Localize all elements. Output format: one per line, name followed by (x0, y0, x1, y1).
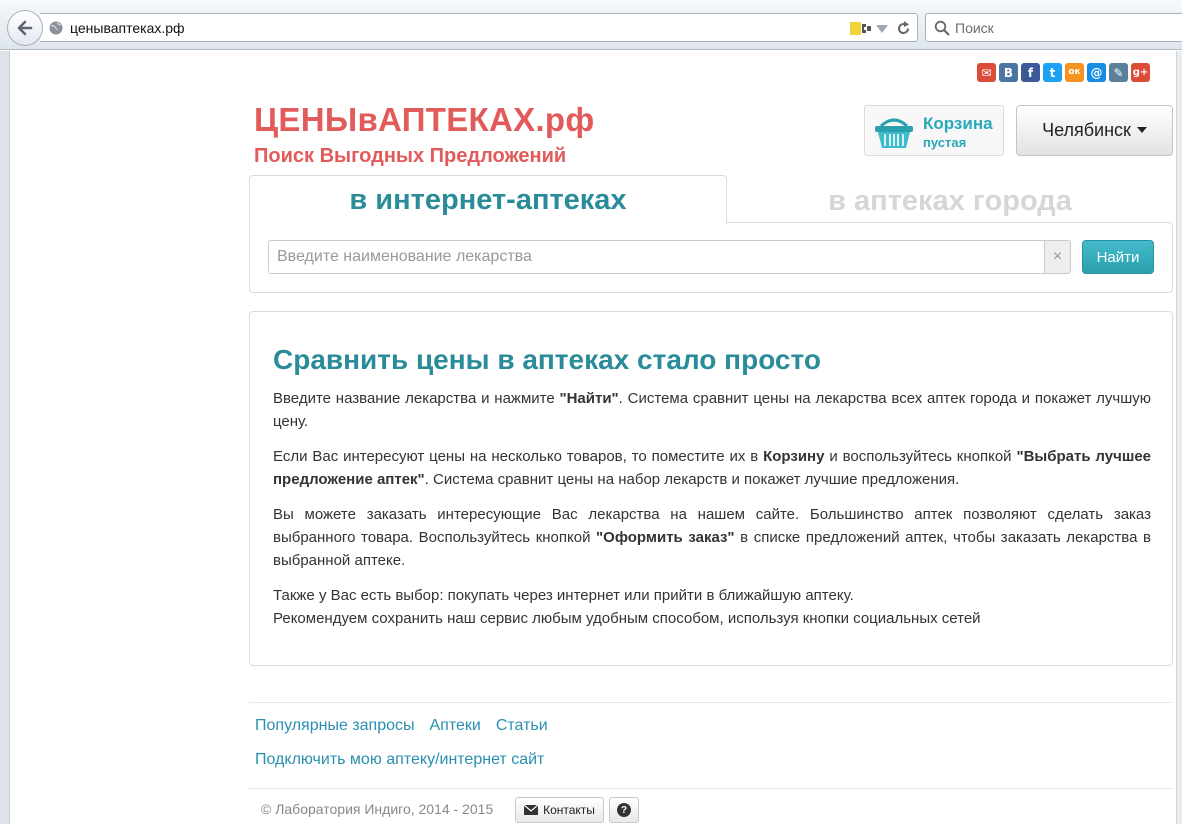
gmail-icon[interactable]: ✉ (977, 63, 996, 82)
contacts-button[interactable]: Контакты (515, 797, 604, 823)
browser-search-placeholder: Поиск (955, 20, 994, 36)
moymir-icon[interactable]: @ (1087, 63, 1106, 82)
back-button[interactable] (7, 10, 43, 46)
cart-button[interactable]: Корзина пустая (864, 105, 1004, 156)
footer-divider (249, 788, 1173, 789)
back-arrow-icon (17, 20, 33, 36)
help-button[interactable]: ? (609, 797, 639, 823)
tab-city-pharmacies[interactable]: в аптеках города (727, 180, 1173, 222)
link-connect-pharmacy[interactable]: Подключить мою аптеку/интернет сайт (255, 751, 544, 769)
clear-search-button[interactable]: × (1045, 240, 1071, 274)
link-pharmacies[interactable]: Аптеки (429, 717, 480, 735)
url-text: ценываптеках.рф (70, 20, 185, 36)
find-button[interactable]: Найти (1082, 240, 1154, 274)
info-panel: Сравнить цены в аптеках стало просто Вве… (249, 311, 1173, 666)
sidebar-pane (0, 51, 10, 824)
vkontakte-icon[interactable]: В (999, 63, 1018, 82)
cart-title: Корзина (923, 114, 993, 133)
scrollbar[interactable] (1176, 51, 1182, 824)
copyright: © Лаборатория Индиго, 2014 - 2015 (261, 801, 494, 817)
cart-status: пустая (923, 135, 967, 150)
info-paragraph: Также у Вас есть выбор: покупать через и… (273, 587, 981, 627)
search-panel: × Найти (249, 222, 1173, 293)
facebook-icon[interactable]: f (1021, 63, 1040, 82)
reload-icon[interactable] (896, 21, 911, 36)
city-dropdown[interactable]: Челябинск (1016, 105, 1173, 156)
address-bar[interactable]: ценываптеках.рф (40, 13, 918, 42)
footer-links: Популярные запросы Аптеки Статьи (255, 717, 548, 735)
info-paragraph: Вы можете заказать интересующие Вас лека… (273, 506, 1151, 569)
basket-icon (875, 118, 913, 148)
city-label: Челябинск (1042, 120, 1131, 140)
livejournal-icon[interactable]: ✎ (1109, 63, 1128, 82)
info-paragraph: Введите название лекарства и нажмите "На… (273, 390, 1151, 430)
close-icon: × (1052, 248, 1063, 265)
envelope-icon (524, 805, 539, 815)
globe-icon (49, 21, 63, 35)
contacts-label: Контакты (543, 803, 595, 817)
odnoklassniki-icon[interactable]: ок (1065, 63, 1084, 82)
question-icon: ? (617, 803, 631, 817)
tab-online-pharmacies[interactable]: в интернет-аптеках (249, 175, 727, 224)
link-articles[interactable]: Статьи (496, 717, 548, 735)
browser-toolbar: ценываптеках.рф Поиск (0, 0, 1182, 50)
site-logo[interactable]: ЦЕНЫвАПТЕКАХ.рф (254, 101, 595, 139)
twitter-icon[interactable]: t (1043, 63, 1062, 82)
link-popular-queries[interactable]: Популярные запросы (255, 717, 414, 735)
chevron-down-icon (1136, 126, 1147, 133)
browser-search-field[interactable]: Поиск (925, 13, 1182, 42)
dropdown-arrow-icon[interactable] (876, 25, 888, 33)
drug-search-input[interactable] (268, 240, 1045, 274)
search-icon (934, 20, 950, 36)
info-paragraph: Если Вас интересуют цены на несколько то… (273, 448, 1152, 488)
footer-divider (249, 702, 1173, 703)
puzzle-icon[interactable] (850, 21, 872, 36)
info-heading: Сравнить цены в аптеках стало просто (273, 344, 821, 375)
info-body: Введите название лекарства и нажмите "На… (273, 387, 1151, 642)
site-tagline: Поиск Выгодных Предложений (254, 145, 567, 167)
google-plus-icon[interactable]: g+ (1131, 63, 1150, 82)
social-share-bar: ✉ В f t ок @ ✎ g+ (977, 63, 1150, 82)
